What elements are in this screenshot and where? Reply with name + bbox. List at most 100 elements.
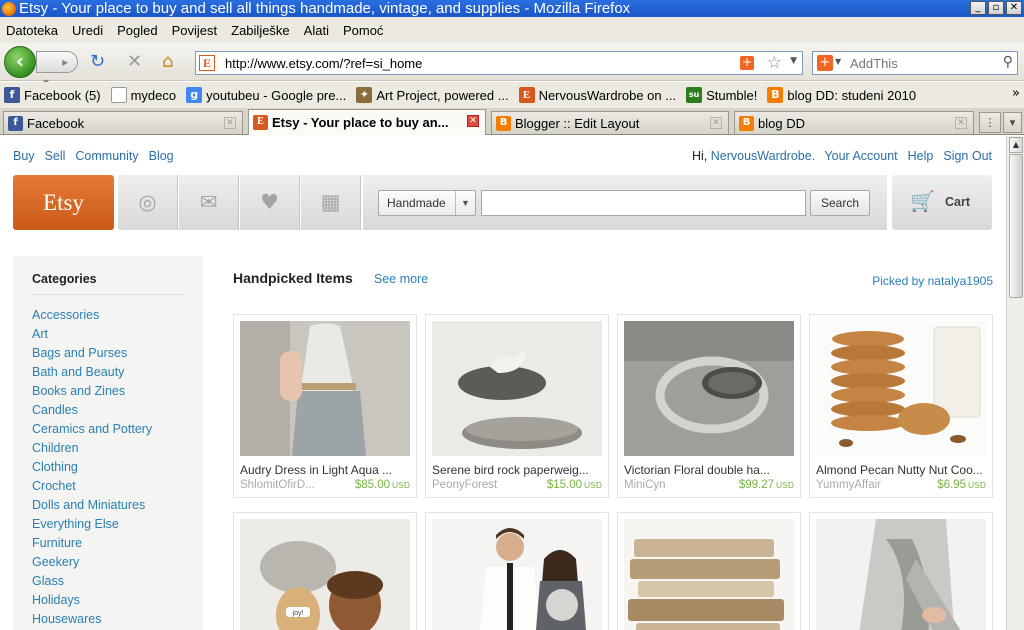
close-tab-icon[interactable]: ✕ [467,115,479,127]
shop-name[interactable]: MiniCyn [624,479,720,491]
search-magnifier-icon[interactable]: ⚲ [1003,54,1013,70]
product-card[interactable]: Victorian Floral double ha... MiniCyn $9… [617,314,801,498]
category-link[interactable]: Art [32,325,152,344]
product-card[interactable]: Serene bird rock paperweig... PeonyFores… [425,314,609,498]
category-link[interactable]: Ceramics and Pottery [32,420,152,439]
product-card[interactable] [809,512,993,630]
product-image-dress[interactable] [240,321,410,456]
category-select[interactable]: Handmade ▼ [378,190,476,216]
category-link[interactable]: Furniture [32,534,152,553]
stop-icon[interactable]: ✕ [127,52,142,72]
nav-sell[interactable]: Sell [45,149,66,163]
menu-alati[interactable]: Alati [304,23,329,38]
back-button[interactable]: ‹ [4,46,36,78]
category-link[interactable]: Children [32,439,152,458]
minimize-button[interactable]: _ [970,1,986,15]
category-link[interactable]: Clothing [32,458,152,477]
product-image-acorn[interactable]: joy! [240,519,410,630]
forward-button[interactable]: ▸ ▾ [36,51,78,89]
category-link[interactable]: Everything Else [32,515,152,534]
close-tab-icon[interactable]: ✕ [955,117,967,129]
vertical-scrollbar[interactable]: ▲ [1006,136,1024,630]
close-tab-icon[interactable]: ✕ [710,117,722,129]
etsy-logo[interactable]: Etsy [13,175,114,230]
bookmark-item[interactable]: ✦ Art Project, powered ... [356,87,509,103]
favorites-heart-icon[interactable]: ♥ [240,175,300,230]
product-card[interactable]: Almond Pecan Nutty Nut Coo... YummyAffai… [809,314,993,498]
url-text[interactable]: http://www.etsy.com/?ref=si_home [225,56,422,71]
search-placeholder[interactable]: AddThis [850,56,898,71]
category-link[interactable]: Housewares [32,610,152,629]
url-dropdown-icon[interactable]: ▼ [790,56,797,66]
menu-zabiljeske[interactable]: Zabilješke [231,23,290,38]
category-link[interactable]: Geekery [32,553,152,572]
addthis-search-box[interactable]: + ▼ AddThis ⚲ [812,51,1018,75]
curator-link[interactable]: natalya1905 [928,274,993,288]
bookmark-item[interactable]: E NervousWardrobe on ... [518,87,676,103]
product-card[interactable]: Audry Dress in Light Aqua ... ShlomitOfi… [233,314,417,498]
product-image-couple[interactable] [432,519,602,630]
bookmark-star-icon[interactable]: ☆ [767,53,782,73]
nav-buy[interactable]: Buy [13,149,35,163]
menu-pogled[interactable]: Pogled [117,23,157,38]
bookmark-item[interactable]: f Facebook (5) [4,87,101,103]
mail-icon[interactable]: ✉ [179,175,239,230]
see-more-link[interactable]: See more [374,272,428,286]
category-link[interactable]: Holidays [32,591,152,610]
product-name[interactable]: Victorian Floral double ha... [624,463,796,477]
close-window-button[interactable]: ✕ [1006,1,1022,15]
your-account-link[interactable]: Your Account [824,149,897,163]
category-link[interactable]: Dolls and Miniatures [32,496,152,515]
bookmarks-overflow-icon[interactable]: » [1012,86,1020,101]
addthis-engine-icon[interactable]: + [817,55,833,71]
product-image-books[interactable] [624,519,794,630]
bookmark-item[interactable]: g youtubeu - Google pre... [186,87,346,103]
category-link[interactable]: Accessories [32,306,152,325]
shop-name[interactable]: ShlomitOfirD... [240,479,336,491]
bookmark-item[interactable]: mydeco [110,87,176,103]
product-name[interactable]: Almond Pecan Nutty Nut Coo... [816,463,988,477]
activity-icon[interactable]: ◎ [118,175,178,230]
category-link[interactable]: Glass [32,572,152,591]
bookmark-item[interactable]: su Stumble! [686,87,757,103]
tab-facebook[interactable]: f Facebook ✕ [3,111,243,134]
category-link[interactable]: Bath and Beauty [32,363,152,382]
close-tab-icon[interactable]: ✕ [224,117,236,129]
engine-dropdown-icon[interactable]: ▼ [835,57,841,66]
product-name[interactable]: Serene bird rock paperweig... [432,463,604,477]
product-name[interactable]: Audry Dress in Light Aqua ... [240,463,412,477]
shop-name[interactable]: PeonyForest [432,479,528,491]
address-bar[interactable]: E http://www.etsy.com/?ref=si_home + ☆ ▼ [195,51,803,75]
addthis-plus-icon[interactable]: + [740,56,754,70]
username-link[interactable]: NervousWardrobe. [711,149,815,163]
tab-blogger[interactable]: B Blogger :: Edit Layout ✕ [491,111,729,134]
menu-pomoc[interactable]: Pomoć [343,23,383,38]
scrollbar-thumb[interactable] [1009,154,1023,298]
product-image-cookies[interactable] [816,321,986,456]
product-card[interactable] [617,512,801,630]
help-link[interactable]: Help [908,149,934,163]
product-card[interactable] [425,512,609,630]
product-image-scarf[interactable] [816,519,986,630]
maximize-button[interactable]: ▫ [988,1,1004,15]
home-icon[interactable]: ⌂ [162,52,173,72]
category-link[interactable]: Candles [32,401,152,420]
product-card[interactable]: joy! [233,512,417,630]
category-link[interactable]: Crochet [32,477,152,496]
product-image-bird-rock[interactable] [432,321,602,456]
shop-name[interactable]: YummyAffair [816,479,912,491]
shop-icon[interactable]: ▦ [301,175,361,230]
cart-button[interactable]: 🛒 Cart [892,175,992,230]
tab-etsy[interactable]: E Etsy - Your place to buy an... ✕ [248,109,486,135]
bookmark-item[interactable]: Bblog DD: studeni 2010 [767,87,916,103]
menu-povijest[interactable]: Povijest [172,23,218,38]
reload-icon[interactable]: ↻ [90,52,105,72]
tab-blog-dd[interactable]: B blog DD ✕ [734,111,974,134]
nav-blog[interactable]: Blog [149,149,174,163]
category-link[interactable]: Books and Zines [32,382,152,401]
list-all-tabs-icon[interactable]: ⋮ [979,112,1001,133]
scroll-up-icon[interactable]: ▲ [1009,137,1023,153]
menu-datoteka[interactable]: Datoteka [6,23,58,38]
search-button[interactable]: Search [810,190,870,216]
tab-dropdown-icon[interactable]: ▾ [1003,112,1022,133]
